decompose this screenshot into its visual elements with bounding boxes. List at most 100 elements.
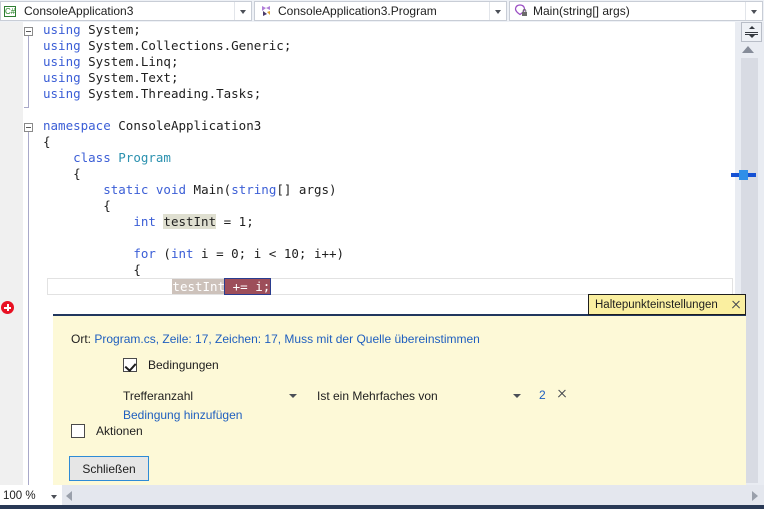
code-line: using System.Collections.Generic; — [39, 38, 735, 54]
chevron-down-icon[interactable] — [513, 391, 522, 400]
code-line: static void Main(string[] args) — [39, 182, 735, 198]
code-token: namespace — [43, 118, 119, 133]
code-token: int — [133, 214, 164, 229]
code-token: ConsoleApplication3 — [118, 118, 262, 133]
code-token: Main( — [193, 182, 232, 197]
code-token: static — [103, 182, 156, 197]
code-token: System.Collections.Generic; — [88, 38, 292, 53]
scroll-up-arrow[interactable] — [742, 46, 754, 53]
code-line: using System.Linq; — [39, 54, 735, 70]
code-line: for (int i = 0; i < 10; i++) — [39, 246, 735, 262]
method-private-icon — [513, 3, 529, 19]
close-button[interactable]: Schließen — [69, 456, 149, 481]
conditions-checkbox[interactable] — [123, 358, 137, 372]
add-condition-link[interactable]: Bedingung hinzufügen — [123, 408, 242, 422]
chevron-down-icon[interactable] — [745, 2, 762, 20]
breakpoint-location-row: Ort: Program.cs, Zeile: 17, Zeichen: 17,… — [71, 332, 480, 346]
code-token: = 1; — [216, 214, 254, 229]
breakpoint-location-label: Ort: — [71, 332, 91, 346]
actions-checkbox[interactable] — [71, 424, 85, 438]
fold-guide-end — [24, 107, 29, 108]
code-token: i = 0; i < 10; i++) — [193, 246, 345, 261]
breakpoint-location-link[interactable]: Program.cs, Zeile: 17, Zeichen: 17, Muss… — [94, 332, 480, 346]
scrollbar-caret-marker-inner — [739, 170, 748, 180]
breakpoint-token-statement: += i; — [224, 278, 272, 295]
breakpoint-gutter[interactable] — [0, 22, 23, 485]
navigation-bar: C# ConsoleApplication3 ConsoleApplicatio… — [0, 0, 764, 22]
code-line: using System.Text; — [39, 70, 735, 86]
window-bottom-edge — [0, 505, 764, 509]
code-line: { — [39, 198, 735, 214]
code-token: for — [133, 246, 164, 261]
code-token: void — [155, 182, 194, 197]
conditional-breakpoint-glyph[interactable] — [1, 301, 14, 314]
code-token: ( — [163, 246, 171, 261]
split-view-button[interactable] — [741, 22, 762, 42]
condition-comparison-select[interactable]: Ist ein Mehrfaches von — [317, 389, 438, 403]
member-dropdown[interactable]: Main(string[] args) — [509, 1, 763, 21]
code-token: using — [43, 54, 89, 69]
member-dropdown-label: Main(string[] args) — [533, 4, 630, 18]
fold-marker-namespace[interactable] — [24, 123, 33, 132]
breakpoint-token-variable: testInt — [172, 279, 226, 294]
code-token: System.Text; — [88, 70, 179, 85]
horizontal-scrollbar[interactable] — [62, 485, 764, 507]
actions-checkbox-label: Aktionen — [96, 424, 143, 438]
class-dropdown-label: ConsoleApplication3.Program — [278, 4, 437, 18]
code-token: using — [43, 38, 89, 53]
chevron-down-icon[interactable] — [289, 391, 298, 400]
code-token: { — [103, 198, 111, 213]
code-line: { — [39, 262, 735, 278]
code-token: int — [170, 246, 194, 261]
conditions-checkbox-label: Bedingungen — [148, 358, 219, 372]
breakpoint-settings-titlebar: Haltepunkteinstellungen — [588, 294, 746, 315]
scroll-left-arrow[interactable] — [66, 491, 72, 501]
code-token: class — [73, 150, 119, 165]
code-token: using — [43, 86, 89, 101]
condition-type-select[interactable]: Trefferanzahl — [123, 389, 193, 403]
code-line: { — [39, 166, 735, 182]
code-line: using System; — [39, 22, 735, 38]
remove-condition-icon[interactable] — [555, 387, 569, 401]
condition-value-input[interactable]: 2 — [539, 388, 546, 402]
scroll-right-arrow[interactable] — [752, 491, 758, 501]
project-dropdown-label: ConsoleApplication3 — [24, 4, 134, 18]
code-token: System.Linq; — [88, 54, 179, 69]
code-token: using — [43, 22, 89, 37]
chevron-down-icon[interactable] — [234, 2, 251, 20]
csharp-project-icon: C# — [4, 6, 17, 17]
code-token: string — [231, 182, 277, 197]
code-token: { — [43, 134, 51, 149]
chevron-down-icon[interactable] — [48, 486, 62, 506]
code-token: { — [133, 262, 141, 277]
close-icon[interactable] — [727, 295, 745, 314]
breakpoint-code-line[interactable]: testInt += i; — [47, 278, 733, 295]
project-dropdown[interactable]: C# ConsoleApplication3 — [0, 1, 252, 21]
code-line: class Program — [39, 150, 735, 166]
breakpoint-settings-panel: Ort: Program.cs, Zeile: 17, Zeichen: 17,… — [53, 314, 746, 485]
conditions-checkbox-row[interactable]: Bedingungen — [123, 358, 219, 372]
code-token: System.Threading.Tasks; — [88, 86, 262, 101]
outlining-gutter[interactable] — [23, 22, 39, 485]
code-token: System; — [88, 22, 141, 37]
code-token: [] args) — [276, 182, 337, 197]
breakpoint-settings-title: Haltepunkteinstellungen — [595, 298, 718, 311]
code-line: namespace ConsoleApplication3 — [39, 118, 735, 134]
actions-checkbox-row[interactable]: Aktionen — [71, 424, 143, 438]
fold-guide — [28, 36, 29, 108]
condition-row: Trefferanzahl Ist ein Mehrfaches von 2 — [123, 388, 583, 406]
code-token: using — [43, 70, 89, 85]
code-line: { — [39, 134, 735, 150]
zoom-level-label: 100 % — [3, 490, 36, 502]
class-dropdown[interactable]: ConsoleApplication3.Program — [254, 1, 507, 21]
chevron-down-icon[interactable] — [489, 2, 506, 20]
code-token: { — [73, 166, 81, 181]
code-token: testInt — [163, 214, 217, 229]
code-line: int testInt = 1; — [39, 214, 735, 230]
code-line: using System.Threading.Tasks; — [39, 86, 735, 102]
fold-marker-usings[interactable] — [24, 27, 33, 36]
code-token: Program — [118, 150, 171, 165]
fold-guide — [28, 132, 29, 487]
